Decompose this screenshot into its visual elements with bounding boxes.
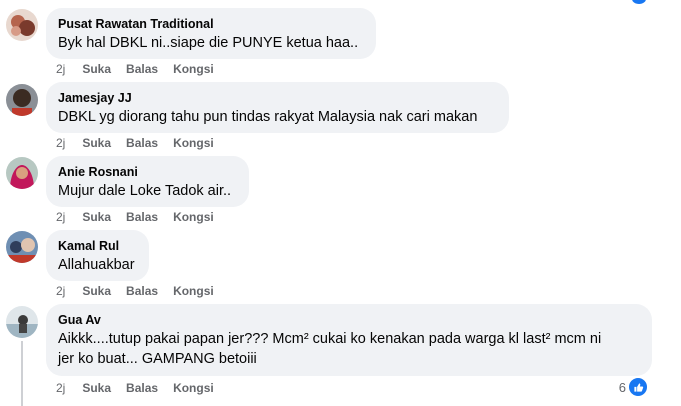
reaction-icon-partial <box>632 0 646 4</box>
comment-time[interactable]: 2j <box>56 62 65 76</box>
comment-bubble: Anie Rosnani Mujur dale Loke Tadok air.. <box>46 156 249 207</box>
avatar-icon <box>6 84 38 116</box>
comment-bubble: Pusat Rawatan Traditional Byk hal DBKL n… <box>46 8 376 59</box>
comment-author[interactable]: Gua Av <box>58 312 640 328</box>
reply-button[interactable]: Balas <box>126 381 158 395</box>
share-button[interactable]: Kongsi <box>173 381 214 395</box>
avatar[interactable] <box>6 84 38 116</box>
avatar-icon <box>6 9 38 41</box>
avatar-icon <box>6 306 38 338</box>
share-button[interactable]: Kongsi <box>173 284 214 298</box>
reply-button[interactable]: Balas <box>126 136 158 150</box>
comment-actions: 2j Suka Balas Kongsi <box>56 284 229 298</box>
comment-time[interactable]: 2j <box>56 381 65 395</box>
avatar-icon <box>6 157 38 189</box>
comment-time[interactable]: 2j <box>56 136 65 150</box>
share-button[interactable]: Kongsi <box>173 62 214 76</box>
reply-button[interactable]: Balas <box>126 210 158 224</box>
share-button[interactable]: Kongsi <box>173 210 214 224</box>
comment-text: Mujur dale Loke Tadok air.. <box>58 183 232 199</box>
comment-actions: 2j Suka Balas Kongsi <box>56 136 229 150</box>
like-button[interactable]: Suka <box>82 210 111 224</box>
thread-line <box>21 341 23 406</box>
comment-actions: 2j Suka Balas Kongsi <box>56 210 229 224</box>
like-button[interactable]: Suka <box>82 284 111 298</box>
comment-author[interactable]: Pusat Rawatan Traditional <box>58 16 364 32</box>
avatar[interactable] <box>6 231 38 263</box>
avatar-icon <box>6 231 38 263</box>
reply-button[interactable]: Balas <box>126 62 158 76</box>
comment-text: DBKL yg diorang tahu pun tindas rakyat M… <box>58 109 478 125</box>
comment-bubble: Gua Av Aikkk....tutup pakai papan jer???… <box>46 304 652 376</box>
avatar[interactable] <box>6 157 38 189</box>
like-button[interactable]: Suka <box>82 62 111 76</box>
comment-author[interactable]: Anie Rosnani <box>58 164 237 180</box>
comment-time[interactable]: 2j <box>56 284 65 298</box>
comment-text: Byk hal DBKL ni..siape die PUNYE ketua h… <box>58 35 359 51</box>
avatar[interactable] <box>6 306 38 338</box>
comment-time[interactable]: 2j <box>56 210 65 224</box>
comment-bubble: Jamesjay JJ DBKL yg diorang tahu pun tin… <box>46 82 509 133</box>
avatar[interactable] <box>6 9 38 41</box>
share-button[interactable]: Kongsi <box>173 136 214 150</box>
comment-text-line: Aikkk....tutup pakai papan jer??? Mcm² c… <box>58 331 602 347</box>
comment-text: Allahuakbar <box>58 257 135 273</box>
comment-actions: 2j Suka Balas Kongsi <box>56 381 229 395</box>
comment-text-line: jer ko buat... GAMPANG betoiii <box>58 351 257 367</box>
comment-actions: 2j Suka Balas Kongsi <box>56 62 229 76</box>
like-icon <box>628 377 648 397</box>
reaction-count[interactable]: 6 <box>619 380 626 395</box>
reaction-summary[interactable]: 6 <box>618 377 648 397</box>
like-button[interactable]: Suka <box>82 136 111 150</box>
comment-author[interactable]: Jamesjay JJ <box>58 90 497 106</box>
reply-button[interactable]: Balas <box>126 284 158 298</box>
like-button[interactable]: Suka <box>82 381 111 395</box>
comment-bubble: Kamal Rul Allahuakbar <box>46 230 149 281</box>
comment-author[interactable]: Kamal Rul <box>58 238 137 254</box>
